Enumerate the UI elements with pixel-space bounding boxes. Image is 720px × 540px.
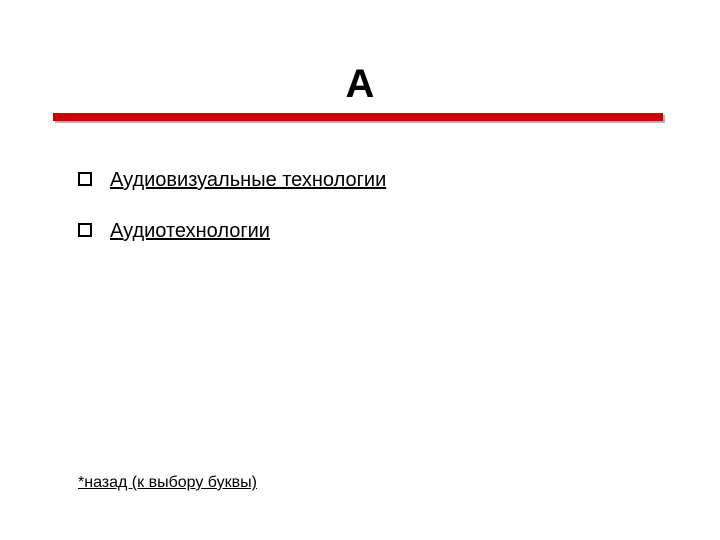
back-link[interactable]: *назад (к выбору буквы): [78, 474, 257, 492]
square-bullet-icon: [78, 223, 92, 237]
page-title: А: [0, 62, 720, 106]
link-audio-tech[interactable]: Аудиотехнологии: [110, 219, 270, 244]
list-item: Аудиовизуальные технологии: [78, 168, 638, 193]
link-list: Аудиовизуальные технологии Аудиотехнолог…: [78, 168, 638, 270]
slide: А Аудиовизуальные технологии Аудиотехнол…: [0, 0, 720, 540]
title-underline-shadow: [55, 115, 665, 123]
list-item: Аудиотехнологии: [78, 219, 638, 244]
link-audiovisual-tech[interactable]: Аудиовизуальные технологии: [110, 168, 386, 193]
square-bullet-icon: [78, 172, 92, 186]
title-underline: [53, 113, 663, 121]
